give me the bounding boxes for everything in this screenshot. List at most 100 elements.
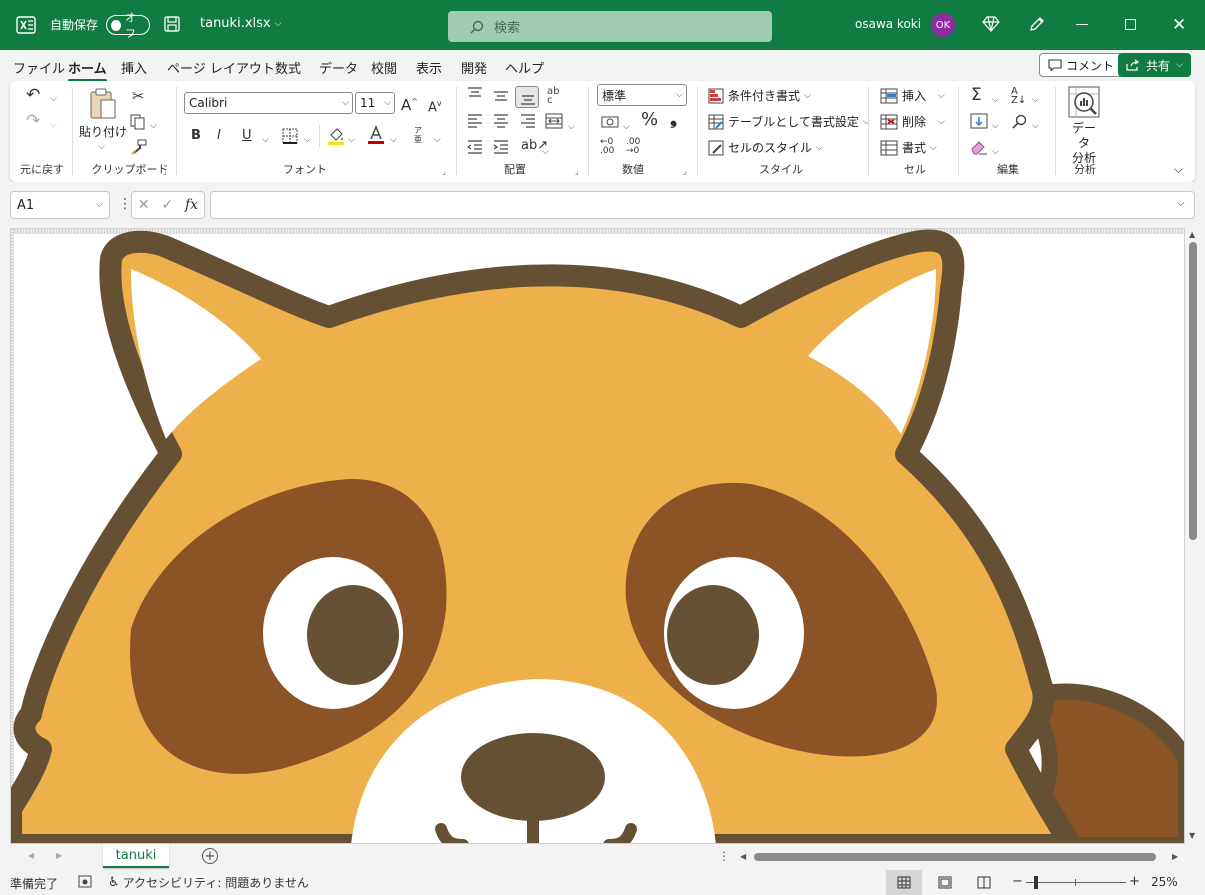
filename-button[interactable]: tanuki.xlsx ⌵ — [200, 16, 281, 31]
find-select-icon[interactable] — [1012, 114, 1028, 130]
vertical-scroll-thumb[interactable] — [1189, 242, 1197, 540]
tab-review[interactable]: 校閲 — [371, 58, 397, 77]
cancel-icon[interactable]: ✕ — [138, 197, 150, 213]
align-bottom-button[interactable] — [515, 86, 539, 108]
chevron-down-icon[interactable]: ⌵ — [434, 132, 441, 148]
align-center-icon[interactable] — [493, 114, 509, 128]
orientation-icon[interactable]: ab c — [547, 87, 559, 106]
add-sheet-icon[interactable]: + — [202, 848, 218, 864]
increase-indent-icon[interactable] — [493, 140, 509, 154]
minimize-button[interactable] — [1076, 24, 1088, 25]
maximize-button[interactable] — [1125, 19, 1136, 30]
increase-font-icon[interactable]: A^ — [401, 94, 418, 113]
italic-button[interactable]: I — [217, 128, 221, 144]
worksheet-grid[interactable] — [10, 228, 1185, 844]
cut-icon[interactable]: ✂ — [132, 88, 145, 104]
scroll-right-icon[interactable]: ▶ — [1172, 852, 1178, 861]
tab-developer[interactable]: 開発 — [461, 58, 487, 77]
chevron-down-icon[interactable]: ⌵ — [98, 139, 105, 155]
border-icon[interactable] — [282, 128, 298, 144]
dialog-launcher-icon[interactable]: ⌟ — [442, 164, 446, 180]
copy-icon[interactable] — [130, 114, 146, 130]
phonetic-icon[interactable]: ア亜 — [414, 126, 422, 144]
tab-help[interactable]: ヘルプ — [505, 58, 544, 77]
insert-function-icon[interactable]: fx — [185, 197, 198, 213]
align-middle-icon[interactable] — [493, 89, 509, 103]
decrease-indent-icon[interactable] — [467, 140, 483, 154]
increase-decimal-icon[interactable]: ←0.00 — [600, 138, 614, 156]
accounting-format-icon[interactable] — [601, 115, 619, 129]
tab-page-layout[interactable]: ページ レイアウト — [167, 58, 275, 77]
bold-button[interactable]: B — [191, 128, 201, 144]
name-box[interactable]: A1 ⌵ — [10, 191, 110, 219]
close-button[interactable]: ✕ — [1172, 15, 1186, 35]
enter-check-icon[interactable]: ✓ — [161, 197, 173, 213]
chevron-down-icon[interactable]: ⌵ — [992, 118, 999, 134]
format-cells-button[interactable]: 書式 ⌵ — [880, 139, 937, 156]
zoom-out-icon[interactable]: − — [1012, 874, 1023, 889]
redo-icon[interactable]: ↷ — [26, 113, 40, 130]
tanuki-picture[interactable] — [11, 229, 1185, 844]
macro-record-icon[interactable] — [78, 875, 92, 888]
tab-formulas[interactable]: 数式 — [275, 58, 301, 77]
page-layout-view-icon[interactable] — [938, 876, 952, 889]
scroll-left-icon[interactable]: ◀ — [740, 852, 746, 861]
align-top-icon[interactable] — [467, 87, 483, 101]
accessibility-status[interactable]: ♿ アクセシビリティ: 問題ありません — [108, 874, 309, 891]
chevron-down-icon[interactable]: ⌵ — [150, 118, 157, 134]
zoom-slider[interactable] — [1026, 882, 1126, 883]
page-break-view-icon[interactable] — [977, 876, 991, 889]
chevron-down-icon[interactable]: ⌵ — [568, 119, 575, 135]
avatar[interactable]: OK — [931, 13, 955, 37]
data-analysis-button[interactable]: データ 分析 — [1067, 121, 1101, 166]
format-as-table-button[interactable]: テーブルとして書式設定 ⌵ — [708, 113, 870, 130]
premium-diamond-icon[interactable] — [982, 16, 1000, 32]
paste-icon[interactable] — [88, 88, 118, 120]
tab-home[interactable]: ホーム — [68, 58, 107, 82]
formula-input[interactable] — [210, 191, 1195, 219]
sort-filter-icon[interactable]: A Z↓ — [1011, 87, 1026, 106]
conditional-format-button[interactable]: 条件付き書式 ⌵ — [708, 87, 811, 104]
number-format-combo[interactable]: 標準 ⌵ — [597, 84, 687, 106]
chevron-down-icon[interactable]: ⌵ — [1032, 92, 1039, 108]
chevron-down-icon[interactable]: ⌵ — [992, 144, 999, 160]
decrease-decimal-icon[interactable]: .00 →0 — [626, 138, 640, 156]
insert-cells-button[interactable]: 挿入 ⌵ — [880, 87, 945, 104]
more-options-icon[interactable]: ⋮ — [118, 196, 132, 212]
zoom-slider-thumb[interactable] — [1034, 876, 1038, 889]
font-color-icon[interactable] — [367, 125, 385, 145]
data-analysis-icon[interactable] — [1068, 86, 1100, 118]
autosave-toggle[interactable]: オフ — [106, 11, 150, 40]
paste-label[interactable]: 貼り付け — [79, 123, 127, 140]
scroll-tabs-right-icon[interactable]: ▶ — [56, 851, 62, 860]
tab-view[interactable]: 表示 — [416, 58, 442, 77]
merge-center-icon[interactable] — [545, 113, 563, 129]
pen-icon[interactable] — [1028, 15, 1046, 33]
normal-view-button[interactable] — [886, 870, 922, 895]
dialog-launcher-icon[interactable]: ⌟ — [575, 164, 579, 180]
clear-eraser-icon[interactable] — [970, 139, 988, 155]
fill-icon[interactable] — [970, 113, 988, 129]
chevron-down-icon[interactable]: ⌵ — [390, 132, 397, 148]
more-icon[interactable]: ⋮ — [718, 850, 730, 862]
chevron-down-icon[interactable]: ⌵ — [262, 132, 269, 148]
underline-button[interactable]: U — [242, 128, 252, 144]
align-right-icon[interactable] — [520, 114, 536, 128]
scroll-tabs-left-icon[interactable]: ◀ — [28, 851, 34, 860]
delete-cells-button[interactable]: 削除 ⌵ — [880, 113, 945, 130]
scroll-up-icon[interactable]: ▲ — [1189, 230, 1195, 239]
tab-file[interactable]: ファイル — [13, 58, 65, 77]
vertical-scrollbar[interactable]: ▲ ▼ — [1185, 228, 1201, 844]
chevron-down-icon[interactable]: ⌵ — [1032, 118, 1039, 134]
cell-styles-button[interactable]: セルのスタイル ⌵ — [708, 139, 823, 156]
font-name-combo[interactable]: Calibri ⌵ — [184, 92, 353, 114]
decrease-font-icon[interactable]: Av — [428, 96, 442, 116]
save-icon[interactable] — [164, 16, 180, 32]
format-painter-icon[interactable] — [131, 139, 147, 155]
dialog-launcher-icon[interactable]: ⌟ — [163, 164, 167, 180]
horizontal-scrollbar-thumb[interactable] — [754, 853, 1156, 861]
scroll-down-icon[interactable]: ▼ — [1189, 831, 1195, 840]
chevron-down-icon[interactable]: ⌵ — [50, 117, 57, 133]
dialog-launcher-icon[interactable]: ⌟ — [683, 164, 687, 180]
collapse-ribbon-icon[interactable]: ⌵ — [1174, 161, 1183, 177]
